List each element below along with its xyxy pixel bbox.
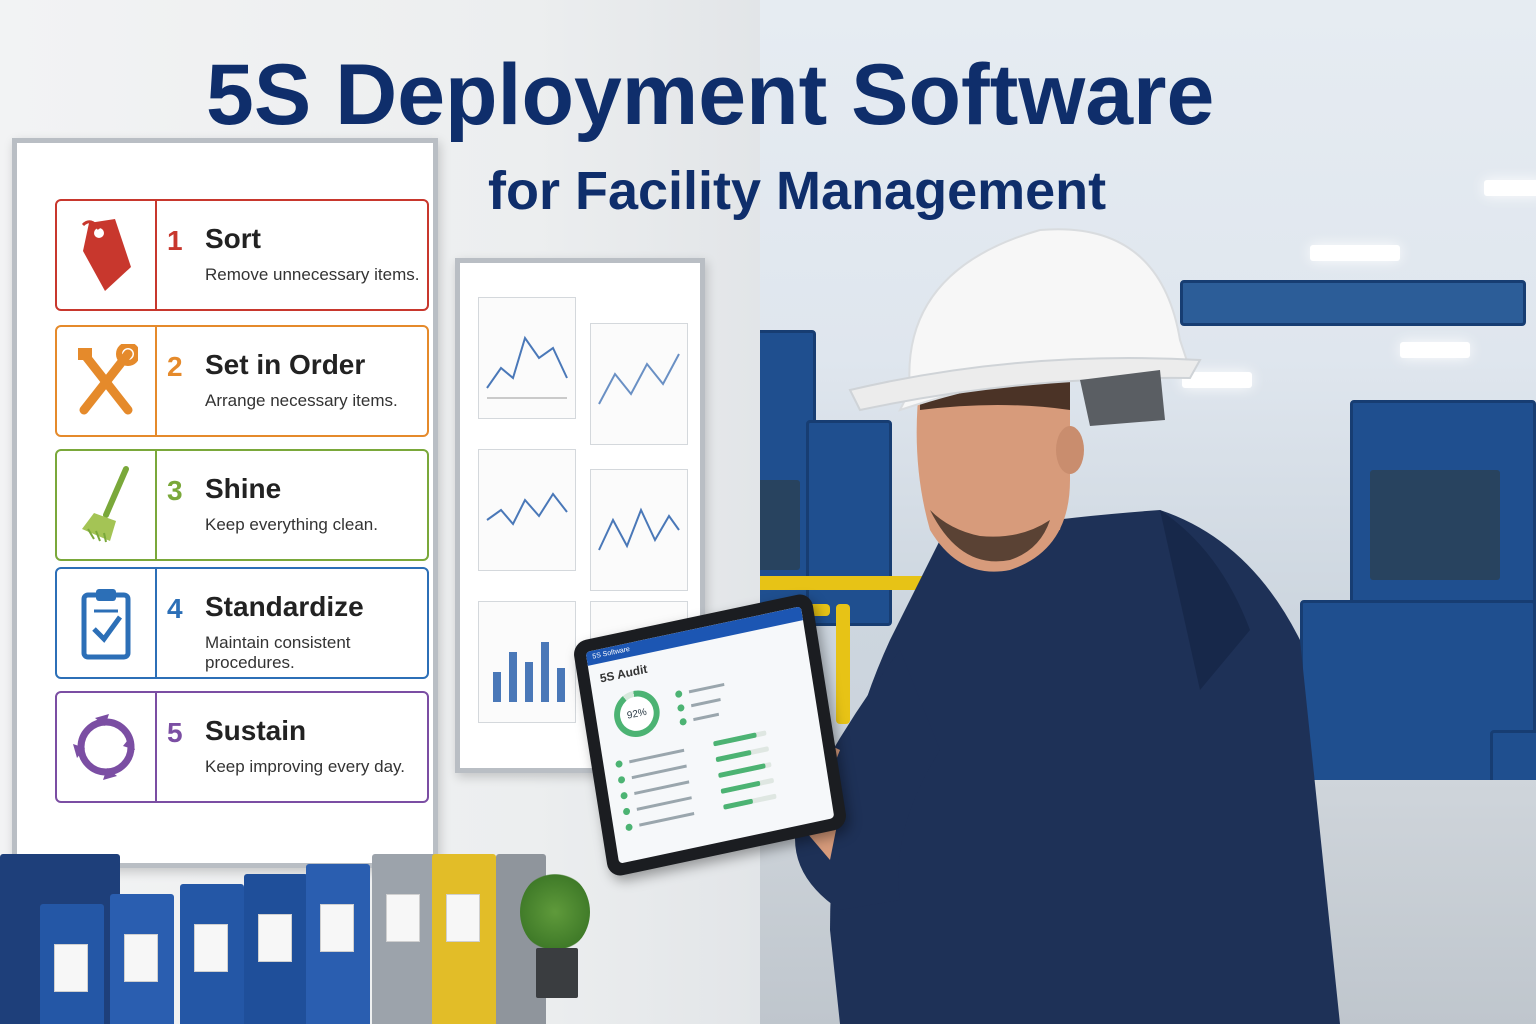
step-description: Keep improving every day. [205,757,406,776]
step-description: Remove unnecessary items. [205,265,420,284]
binder-label [386,894,420,942]
binder-shelf [0,840,560,1024]
machine-interior [1370,470,1500,580]
page-title: 5S Deployment Software [206,47,1215,143]
cycle-arrows-icon [73,714,135,780]
wall-chart [478,601,576,723]
step-description: Maintain consistent procedures. [205,633,351,672]
binder-label [54,944,88,992]
tablet-screen: 5S Software 5S Audit 92% [585,606,835,864]
audit-title: 5S Audit [598,661,649,686]
step-description: Arrange necessary items. [205,391,398,410]
step-number: 3 [167,475,183,506]
tools-icon [78,344,138,415]
potted-plant [510,872,600,1002]
step-icon-box [57,569,157,677]
step-title: Sustain [205,715,307,746]
step-set-in-order: 2 Set in Order Arrange necessary items. [55,325,429,437]
clipboard-check-icon [81,589,131,660]
step-icon-box [57,451,157,559]
binder [40,904,104,1024]
step-title: Shine [205,473,282,504]
tablet-device: 5S Software 5S Audit 92% [572,591,848,879]
binder-label [320,904,354,952]
step-title: Sort [205,223,261,254]
step-sustain: 5 Sustain Keep improving every day. [55,691,429,803]
binder-label [258,914,292,962]
binder [180,884,244,1024]
step-icon-box [57,693,157,801]
step-number: 4 [167,593,183,624]
binder-label [446,894,480,942]
step-standardize: 4 Standardize Maintain consistent proced… [55,567,429,679]
step-shine: 3 Shine Keep everything clean. [55,449,429,561]
step-title: Standardize [205,591,364,622]
step-number: 1 [167,225,183,256]
photo-scene: 1 Sort Remove unnecessary items. 2 Set i… [0,0,1536,1024]
ceiling-light [1400,342,1470,358]
ceiling-light [1484,180,1536,196]
binder [372,854,436,1024]
step-sort: 1 Sort Remove unnecessary items. [55,199,429,311]
5s-whiteboard: 1 Sort Remove unnecessary items. 2 Set i… [12,138,438,868]
binder [110,894,174,1024]
wall-chart [478,449,576,571]
step-description: Keep everything clean. [205,515,378,534]
step-number: 2 [167,351,183,382]
binder-label [124,934,158,982]
binder [244,874,308,1024]
step-number: 5 [167,717,183,748]
wall-chart [478,297,576,419]
broom-icon [82,466,129,543]
binder [432,854,496,1024]
score-ring: 92% [610,686,663,742]
step-icon-box [57,327,157,435]
score-value: 92% [617,693,657,735]
step-title: Set in Order [205,349,366,380]
binder-label [194,924,228,972]
binder [306,864,370,1024]
page-subtitle: for Facility Management [488,161,1107,221]
tag-icon [81,219,131,291]
step-icon-box [57,201,157,309]
